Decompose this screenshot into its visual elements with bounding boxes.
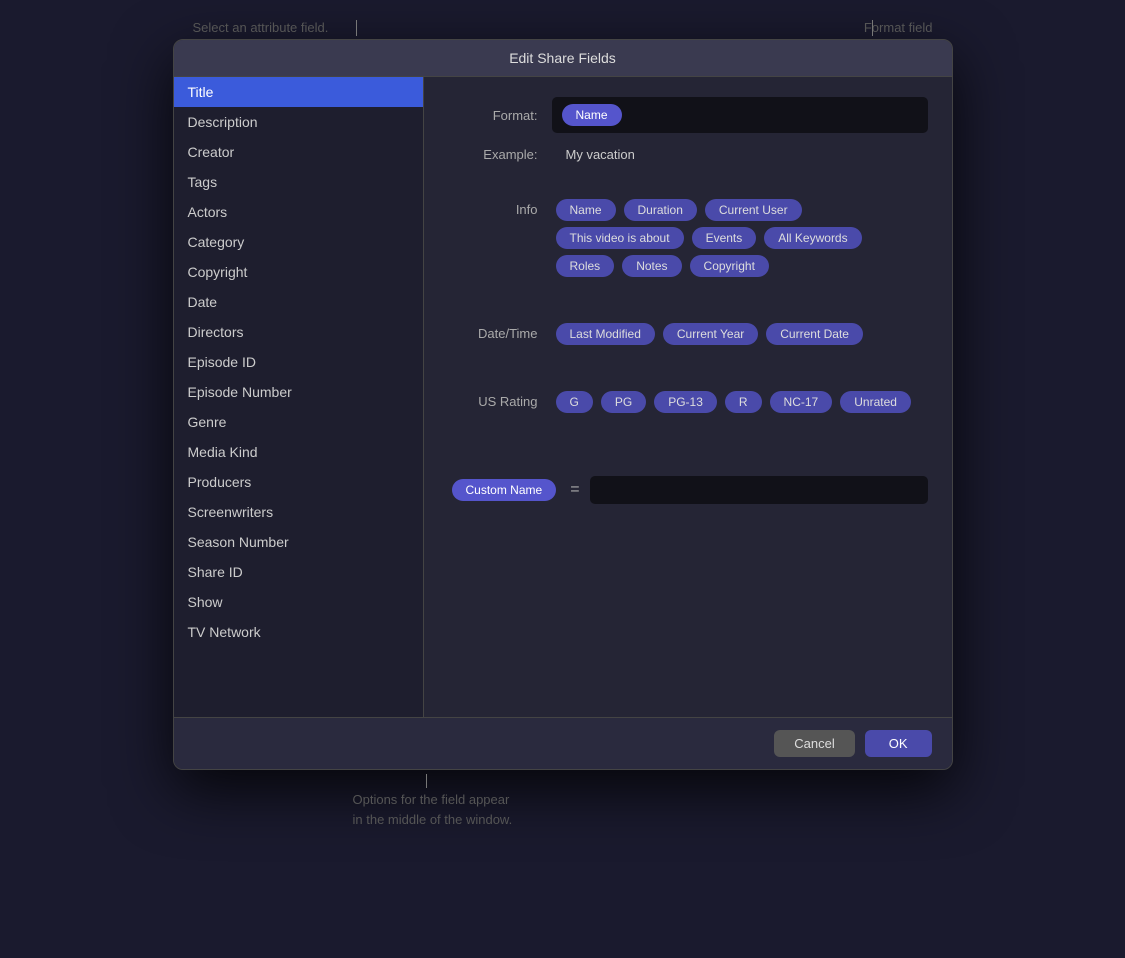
usrating-tokens-grid: G PG PG-13 R NC-17 Unrated xyxy=(552,388,928,416)
sidebar-item-season-number[interactable]: Season Number xyxy=(174,527,423,557)
dialog-titlebar: Edit Share Fields xyxy=(174,40,952,77)
sidebar-item-date[interactable]: Date xyxy=(174,287,423,317)
dialog-content: Title Description Creator Tags Actors Ca… xyxy=(174,77,952,717)
info-token-all-keywords[interactable]: All Keywords xyxy=(764,227,861,249)
sidebar-item-copyright[interactable]: Copyright xyxy=(174,257,423,287)
info-token-current-user[interactable]: Current User xyxy=(705,199,802,221)
sidebar-item-producers[interactable]: Producers xyxy=(174,467,423,497)
rating-token-nc17[interactable]: NC-17 xyxy=(770,391,833,413)
usrating-label: US Rating xyxy=(448,388,538,409)
rating-token-pg[interactable]: PG xyxy=(601,391,646,413)
info-token-notes[interactable]: Notes xyxy=(622,255,681,277)
sidebar-item-tv-network[interactable]: TV Network xyxy=(174,617,423,647)
rating-token-unrated[interactable]: Unrated xyxy=(840,391,911,413)
dialog-title: Edit Share Fields xyxy=(509,50,616,66)
annotation-select-attribute: Select an attribute field. xyxy=(193,20,329,35)
format-row: Format: Name xyxy=(448,97,928,133)
sidebar-item-genre[interactable]: Genre xyxy=(174,407,423,437)
main-content: Format: Name Example: My vacation Info N… xyxy=(424,77,952,717)
rating-token-r[interactable]: R xyxy=(725,391,762,413)
equals-sign: = xyxy=(570,481,579,499)
sidebar-item-directors[interactable]: Directors xyxy=(174,317,423,347)
datetime-token-current-date[interactable]: Current Date xyxy=(766,323,863,345)
sidebar-item-episode-number[interactable]: Episode Number xyxy=(174,377,423,407)
example-row: Example: My vacation xyxy=(448,147,928,162)
sidebar: Title Description Creator Tags Actors Ca… xyxy=(174,77,424,717)
info-token-events[interactable]: Events xyxy=(692,227,757,249)
sidebar-item-share-id[interactable]: Share ID xyxy=(174,557,423,587)
datetime-token-last-modified[interactable]: Last Modified xyxy=(556,323,655,345)
format-name-token[interactable]: Name xyxy=(562,104,622,126)
sidebar-item-tags[interactable]: Tags xyxy=(174,167,423,197)
custom-name-row: Custom Name = xyxy=(448,476,928,504)
sidebar-item-media-kind[interactable]: Media Kind xyxy=(174,437,423,467)
info-token-roles[interactable]: Roles xyxy=(556,255,615,277)
sidebar-item-screenwriters[interactable]: Screenwriters xyxy=(174,497,423,527)
info-label: Info xyxy=(448,196,538,217)
custom-name-token[interactable]: Custom Name xyxy=(452,479,557,501)
sidebar-item-creator[interactable]: Creator xyxy=(174,137,423,167)
ok-button[interactable]: OK xyxy=(865,730,932,757)
top-annotation-container: Select an attribute field. Format field xyxy=(173,20,953,39)
info-token-copyright[interactable]: Copyright xyxy=(690,255,769,277)
datetime-tokens-grid: Last Modified Current Year Current Date xyxy=(552,320,928,348)
usrating-section-row: US Rating G PG PG-13 R NC-17 Unrated xyxy=(448,388,928,416)
sidebar-item-show[interactable]: Show xyxy=(174,587,423,617)
example-label: Example: xyxy=(448,147,538,162)
example-value: My vacation xyxy=(566,147,635,162)
sidebar-item-description[interactable]: Description xyxy=(174,107,423,137)
sidebar-item-episode-id[interactable]: Episode ID xyxy=(174,347,423,377)
annotation-bottom: Options for the field appearin the middl… xyxy=(353,792,513,827)
rating-token-pg13[interactable]: PG-13 xyxy=(654,391,717,413)
annotation-format-field: Format field xyxy=(864,20,933,35)
sidebar-item-title[interactable]: Title xyxy=(174,77,423,107)
datetime-section-row: Date/Time Last Modified Current Year Cur… xyxy=(448,320,928,348)
info-token-name[interactable]: Name xyxy=(556,199,616,221)
sidebar-item-actors[interactable]: Actors xyxy=(174,197,423,227)
custom-text-input[interactable] xyxy=(590,476,928,504)
cancel-button[interactable]: Cancel xyxy=(774,730,854,757)
rating-token-g[interactable]: G xyxy=(556,391,593,413)
info-token-duration[interactable]: Duration xyxy=(624,199,697,221)
bottom-annotation-container: Options for the field appearin the middl… xyxy=(173,774,953,829)
sidebar-item-category[interactable]: Category xyxy=(174,227,423,257)
info-section-row: Info Name Duration Current User This vid… xyxy=(448,196,928,280)
info-tokens-grid: Name Duration Current User This video is… xyxy=(552,196,928,280)
edit-share-fields-dialog: Edit Share Fields Title Description Crea… xyxy=(173,39,953,770)
datetime-token-current-year[interactable]: Current Year xyxy=(663,323,758,345)
dialog-footer: Cancel OK xyxy=(174,717,952,769)
info-token-this-video[interactable]: This video is about xyxy=(556,227,684,249)
format-input-area[interactable]: Name xyxy=(552,97,928,133)
format-label: Format: xyxy=(448,108,538,123)
datetime-label: Date/Time xyxy=(448,320,538,341)
